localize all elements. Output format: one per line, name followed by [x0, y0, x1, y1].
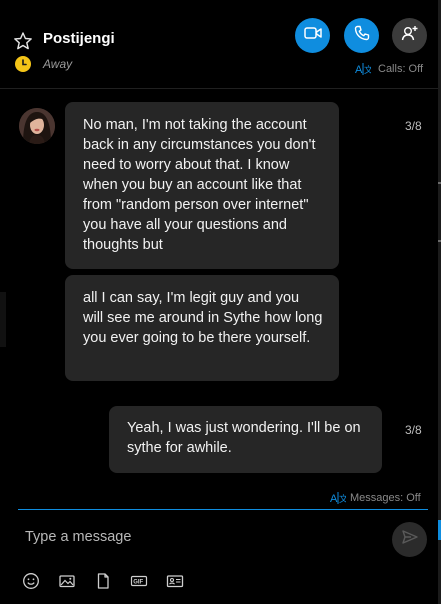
send-button[interactable]	[392, 522, 427, 557]
message-input[interactable]	[18, 520, 378, 554]
file-icon[interactable]	[94, 572, 112, 590]
svg-text:A: A	[355, 64, 363, 76]
svg-text:文: 文	[364, 64, 371, 75]
send-icon	[401, 530, 418, 549]
phone-icon	[354, 25, 370, 46]
image-icon[interactable]	[58, 572, 76, 590]
contact-name[interactable]: Postijengi	[43, 30, 115, 47]
contact-card-icon[interactable]	[166, 572, 184, 590]
contact-avatar[interactable]	[19, 108, 55, 144]
composer-focus-line	[18, 509, 428, 510]
add-people-button[interactable]	[392, 18, 427, 53]
star-icon[interactable]	[13, 31, 33, 51]
emoji-icon[interactable]	[22, 572, 40, 590]
call-translation-toggle[interactable]: A 文 Calls: Off	[355, 62, 423, 76]
add-person-icon	[401, 25, 419, 46]
chat-window: Postijengi Away A 文 Calls: Off No man, I…	[0, 0, 441, 604]
message-translation-toggle[interactable]: A 文 Messages: Off	[330, 491, 421, 505]
presence-status: Away	[43, 57, 73, 71]
messages-translation-label: Messages: Off	[350, 492, 421, 504]
clock-icon	[15, 56, 31, 72]
calls-translation-label: Calls: Off	[378, 63, 424, 75]
chat-header: Postijengi Away A 文 Calls: Off	[0, 0, 438, 88]
translate-icon: A 文	[355, 62, 373, 76]
svg-text:文: 文	[339, 493, 346, 504]
svg-text:A: A	[330, 493, 338, 505]
message-bubble-received[interactable]: all I can say, I'm legit guy and you wil…	[65, 275, 339, 381]
svg-text:GIF: GIF	[133, 580, 143, 586]
message-counter: 3/8	[405, 423, 422, 437]
left-edge-panel	[0, 292, 6, 347]
video-call-button[interactable]	[295, 18, 330, 53]
gif-icon[interactable]: GIF	[130, 572, 148, 590]
message-bubble-received[interactable]: No man, I'm not taking the account back …	[65, 102, 339, 269]
translate-icon: A 文	[330, 491, 348, 505]
video-camera-icon	[303, 26, 322, 45]
message-bubble-sent[interactable]: Yeah, I was just wondering. I'll be on s…	[109, 406, 382, 473]
message-counter: 3/8	[405, 119, 422, 133]
audio-call-button[interactable]	[344, 18, 379, 53]
header-divider	[0, 88, 438, 89]
